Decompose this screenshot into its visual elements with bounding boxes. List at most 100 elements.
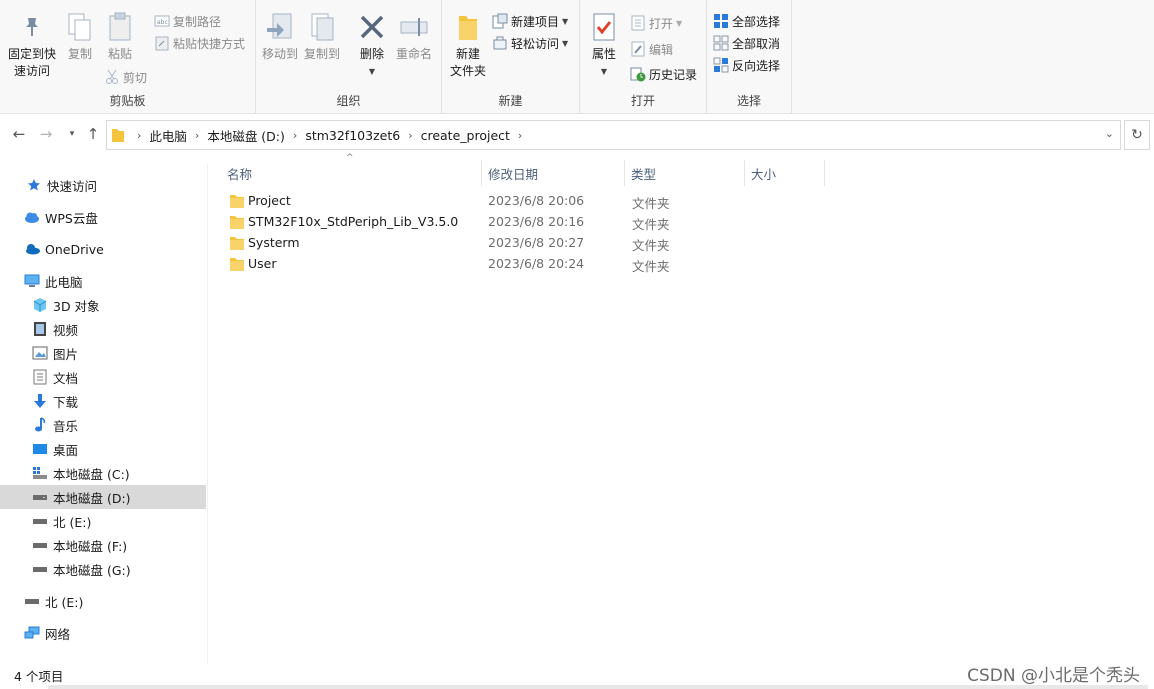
breadcrumb-separator-icon[interactable]: › bbox=[291, 129, 299, 142]
sidebar-item-music[interactable]: 音乐 bbox=[0, 413, 206, 437]
sidebar-item-network[interactable]: 网络 bbox=[0, 621, 206, 645]
forward-arrow-icon[interactable]: → bbox=[36, 124, 56, 144]
item-count: 4 个项目 bbox=[14, 669, 64, 684]
navigation-pane: 快速访问 WPS云盘 OneDrive 此电脑 3D 对象 视频 图片 文档 下… bbox=[0, 164, 208, 664]
refresh-button[interactable]: ↻ bbox=[1124, 120, 1150, 150]
delete-button[interactable]: 删除 ▼ bbox=[354, 10, 390, 80]
sidebar-item-downloads[interactable]: 下载 bbox=[0, 389, 206, 413]
copy-path-button[interactable]: abc 复制路径 bbox=[154, 11, 221, 31]
file-row[interactable]: STM32F10x_StdPeriph_Lib_V3.5.0 2023/6/8 … bbox=[226, 212, 1126, 233]
easy-access-label: 轻松访问 bbox=[511, 36, 560, 51]
breadcrumb-separator-icon[interactable]: › bbox=[406, 129, 414, 142]
up-arrow-icon[interactable]: ↑ bbox=[83, 124, 103, 144]
easy-access-button[interactable]: 轻松访问 ▼ bbox=[492, 33, 568, 53]
column-header-name[interactable]: 名称 bbox=[221, 160, 482, 186]
file-row[interactable]: Systerm 2023/6/8 20:27 文件夹 bbox=[226, 233, 1126, 254]
sidebar-item-3d-objects[interactable]: 3D 对象 bbox=[0, 293, 206, 317]
history-button[interactable]: 历史记录 bbox=[630, 64, 697, 84]
copy-to-icon bbox=[305, 10, 339, 44]
sidebar-item-pictures[interactable]: 图片 bbox=[0, 341, 206, 365]
open-group: 属性 ▼ 打开 ▼ 编辑 历史记录 打开 bbox=[580, 0, 707, 113]
recent-locations-chevron-icon[interactable]: ▾ bbox=[62, 124, 82, 144]
sidebar-item-onedrive[interactable]: OneDrive bbox=[0, 237, 206, 261]
picture-icon bbox=[32, 345, 48, 361]
sidebar-item-quick-access[interactable]: 快速访问 bbox=[0, 173, 206, 197]
organize-group-label: 组织 bbox=[336, 94, 361, 108]
sidebar-item-label: 此电脑 bbox=[45, 274, 83, 290]
select-none-button[interactable]: 全部取消 bbox=[713, 33, 780, 53]
select-group-label: 选择 bbox=[736, 94, 761, 108]
sidebar-item-label: 网络 bbox=[45, 626, 71, 642]
sidebar-item-documents[interactable]: 文档 bbox=[0, 365, 206, 389]
sidebar-item-drive-d[interactable]: 本地磁盘 (D:) bbox=[0, 485, 206, 509]
watermark-text: CSDN @小北是个秃头 bbox=[967, 666, 1140, 686]
sidebar-item-videos[interactable]: 视频 bbox=[0, 317, 206, 341]
sidebar-item-desktop[interactable]: 桌面 bbox=[0, 437, 206, 461]
pin-icon bbox=[15, 10, 49, 44]
sidebar-item-drive-c[interactable]: 本地磁盘 (C:) bbox=[0, 461, 206, 485]
network-icon bbox=[24, 625, 40, 641]
pin-quick-access-button[interactable]: 固定到快 速访问 bbox=[4, 10, 60, 80]
select-all-label: 全部选择 bbox=[732, 14, 781, 29]
horizontal-scrollbar[interactable] bbox=[48, 685, 1148, 689]
file-modified: 2023/6/8 20:24 bbox=[488, 256, 585, 271]
edit-label: 编辑 bbox=[649, 42, 674, 57]
new-folder-label: 新建 文件夹 bbox=[449, 47, 486, 78]
folder-icon bbox=[230, 237, 244, 250]
invert-selection-button[interactable]: 反向选择 bbox=[713, 55, 780, 75]
organize-group: 移动到 复制到 删除 ▼ 重命名 组织 bbox=[256, 0, 442, 113]
system-drive-icon bbox=[32, 465, 48, 481]
file-name: Systerm bbox=[248, 235, 300, 250]
folder-icon bbox=[230, 195, 244, 208]
cloud-icon bbox=[24, 209, 40, 225]
new-item-button[interactable]: 新建项目 ▼ bbox=[492, 11, 568, 31]
breadcrumb-separator-icon[interactable]: › bbox=[193, 129, 201, 142]
sidebar-item-drive-f[interactable]: 本地磁盘 (F:) bbox=[0, 533, 206, 557]
copy-button[interactable]: 复制 bbox=[62, 10, 98, 63]
breadcrumb-drive-d[interactable]: 本地磁盘 (D:) bbox=[201, 126, 291, 145]
address-bar[interactable]: › 此电脑 › 本地磁盘 (D:) › stm32f103zet6 › crea… bbox=[106, 120, 1121, 150]
file-row[interactable]: User 2023/6/8 20:24 文件夹 bbox=[226, 254, 1126, 275]
paste-button[interactable]: 粘贴 bbox=[102, 10, 138, 63]
column-header-size[interactable]: 大小 bbox=[745, 160, 825, 186]
status-bar: 4 个项目 CSDN @小北是个秃头 bbox=[0, 661, 1154, 689]
move-to-icon bbox=[263, 10, 297, 44]
paste-shortcut-button[interactable]: 粘贴快捷方式 bbox=[154, 33, 245, 53]
sidebar-item-label: 音乐 bbox=[53, 418, 79, 434]
column-header-type[interactable]: 类型 bbox=[625, 160, 745, 186]
sidebar-item-drive-e-root[interactable]: 北 (E:) bbox=[0, 589, 206, 613]
column-header-modified[interactable]: 修改日期 bbox=[482, 160, 625, 186]
history-icon bbox=[630, 66, 646, 82]
cut-button[interactable]: 剪切 bbox=[104, 67, 147, 87]
rename-label: 重命名 bbox=[395, 47, 432, 61]
copy-to-button[interactable]: 复制到 bbox=[302, 10, 342, 63]
sidebar-item-label: 桌面 bbox=[53, 442, 79, 458]
rename-button[interactable]: 重命名 bbox=[394, 10, 434, 63]
sidebar-item-drive-g[interactable]: 本地磁盘 (G:) bbox=[0, 557, 206, 581]
sidebar-item-this-pc[interactable]: 此电脑 bbox=[0, 269, 206, 293]
new-folder-button[interactable]: 新建 文件夹 bbox=[446, 10, 490, 80]
breadcrumb-create-project[interactable]: create_project bbox=[415, 128, 516, 143]
open-button[interactable]: 打开 ▼ bbox=[630, 13, 682, 33]
file-list: ^ 名称 修改日期 类型 大小 Project 2023/6/8 20:06 文… bbox=[210, 153, 1154, 661]
properties-button[interactable]: 属性 ▼ bbox=[586, 10, 622, 80]
desktop-icon bbox=[32, 441, 48, 457]
properties-icon bbox=[587, 10, 621, 44]
breadcrumb-separator-icon[interactable]: › bbox=[516, 129, 524, 142]
move-to-button[interactable]: 移动到 bbox=[260, 10, 300, 63]
select-all-icon bbox=[713, 13, 729, 29]
scissors-icon bbox=[104, 69, 120, 85]
breadcrumb-separator-icon[interactable]: › bbox=[135, 129, 143, 142]
file-row[interactable]: Project 2023/6/8 20:06 文件夹 bbox=[226, 191, 1126, 212]
sidebar-item-wps-cloud[interactable]: WPS云盘 bbox=[0, 205, 206, 229]
clipboard-group: 固定到快 速访问 复制 粘贴 abc 复制路径 粘贴快捷方式 剪切 剪贴板 bbox=[0, 0, 256, 113]
sidebar-item-drive-e[interactable]: 北 (E:) bbox=[0, 509, 206, 533]
breadcrumb-this-pc[interactable]: 此电脑 bbox=[143, 126, 193, 145]
select-all-button[interactable]: 全部选择 bbox=[713, 11, 780, 31]
back-arrow-icon[interactable]: ← bbox=[9, 124, 29, 144]
breadcrumb-stm32[interactable]: stm32f103zet6 bbox=[299, 128, 406, 143]
computer-icon bbox=[24, 273, 40, 289]
drive-icon bbox=[32, 561, 48, 577]
edit-button[interactable]: 编辑 bbox=[630, 39, 673, 59]
address-dropdown-icon[interactable]: ⌄ bbox=[1105, 127, 1114, 140]
